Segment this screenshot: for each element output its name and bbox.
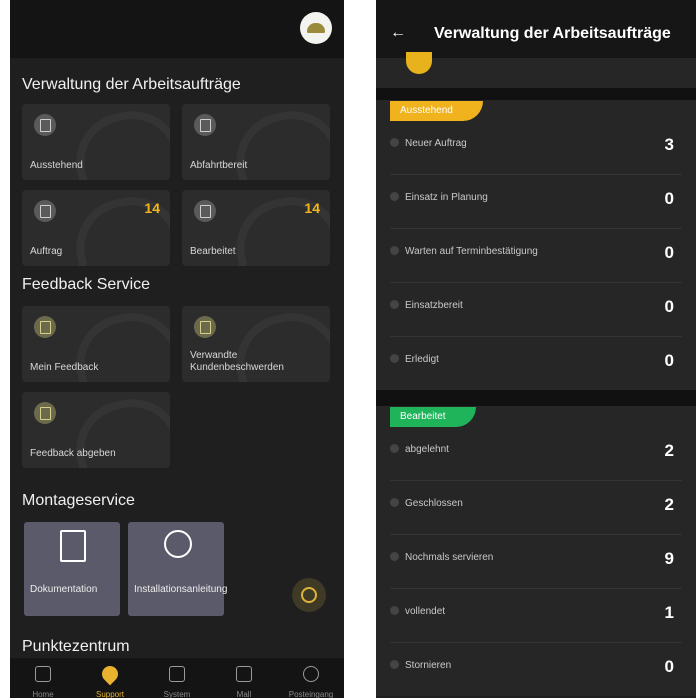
card-processed[interactable]: 14 Bearbeitet — [182, 190, 330, 266]
status-dot-icon — [390, 300, 399, 309]
processed-panel: Bearbeitet abgelehnt 2 Geschlossen 2 Nochm… — [376, 406, 696, 696]
wrench-icon — [164, 530, 192, 558]
document-icon — [194, 114, 216, 136]
feedback-icon — [34, 316, 56, 338]
status-dot-icon — [390, 444, 399, 453]
status-dot-icon — [390, 498, 399, 507]
status-dot-icon — [390, 660, 399, 669]
tab-home[interactable]: Home — [10, 658, 76, 698]
status-dot-icon — [390, 552, 399, 561]
list-item[interactable]: Warten auf Terminbestätigung 0 — [390, 229, 682, 283]
cart-icon — [236, 666, 252, 682]
document-icon — [34, 200, 56, 222]
card-customer-complaints[interactable]: Verwandte Kundenbeschwerden — [182, 306, 330, 382]
document-icon — [60, 530, 86, 562]
count-badge: 14 — [304, 200, 320, 216]
count-badge: 14 — [144, 200, 160, 216]
card-pending[interactable]: Ausstehend — [22, 104, 170, 180]
section-title-feedback: Feedback Service — [22, 276, 151, 293]
card-give-feedback[interactable]: Feedback abgeben — [22, 392, 170, 468]
pending-badge: Ausstehend — [390, 101, 483, 121]
card-documentation[interactable]: Dokumentation — [24, 522, 120, 616]
grid-icon — [169, 666, 185, 682]
list-item[interactable]: vollendet 1 — [390, 589, 682, 643]
card-installation-guide[interactable]: Installationsanleitung — [128, 522, 227, 616]
list-item[interactable]: Nochmals servieren 9 — [390, 535, 682, 589]
tab-inbox[interactable]: Posteingang — [278, 658, 344, 698]
top-bar — [10, 0, 344, 58]
home-icon — [35, 666, 51, 682]
pending-panel: Ausstehend Neuer Auftrag 3 Einsatz in Pla… — [376, 100, 696, 390]
tab-mall[interactable]: Mall — [211, 658, 277, 698]
section-title-work-orders: Verwaltung der Arbeitsaufträge — [22, 76, 241, 93]
list-item[interactable]: Erledigt 0 — [390, 337, 682, 390]
status-dot-icon — [390, 246, 399, 255]
list-item[interactable]: abgelehnt 2 — [390, 427, 682, 481]
feedback-icon — [194, 316, 216, 338]
heart-icon — [98, 662, 122, 686]
list-item[interactable]: Stornieren 0 — [390, 643, 682, 696]
work-order-grid: Ausstehend Abfahrtbereit 14 Auftrag 14 B… — [10, 104, 344, 272]
section-title-points: Punktezentrum — [22, 638, 130, 655]
card-my-feedback[interactable]: Mein Feedback — [22, 306, 170, 382]
list-item[interactable]: Geschlossen 2 — [390, 481, 682, 535]
list-item[interactable]: Neuer Auftrag 3 — [390, 121, 682, 175]
header-bar: ← Verwaltung der Arbeitsaufträge — [376, 0, 696, 58]
tab-support[interactable]: Support — [77, 658, 143, 698]
assembly-grid: Dokumentation Installationsanleitung — [10, 522, 344, 622]
work-orders-screen: ← Verwaltung der Arbeitsaufträge Aussteh… — [376, 0, 696, 698]
avatar — [406, 52, 432, 74]
page-title: Verwaltung der Arbeitsaufträge — [434, 25, 671, 42]
processed-badge: Bearbeitet — [390, 407, 476, 427]
message-icon — [303, 666, 319, 682]
status-dot-icon — [390, 138, 399, 147]
section-title-assembly: Montageservice — [22, 492, 135, 509]
card-ready-departure[interactable]: Abfahrtbereit — [182, 104, 330, 180]
list-item[interactable]: Einsatz in Planung 0 — [390, 175, 682, 229]
list-item[interactable]: Einsatzbereit 0 — [390, 283, 682, 337]
document-icon — [34, 114, 56, 136]
feedback-grid: Mein Feedback Verwandte Kundenbeschwerde… — [10, 306, 344, 478]
status-dot-icon — [390, 354, 399, 363]
status-dot-icon — [390, 606, 399, 615]
support-screen: Verwaltung der Arbeitsaufträge Ausstehen… — [10, 0, 344, 698]
brand-logo[interactable] — [300, 12, 332, 44]
tab-system[interactable]: System — [144, 658, 210, 698]
document-icon — [194, 200, 216, 222]
chat-fab-button[interactable] — [292, 578, 326, 612]
scrolled-header-peek — [376, 52, 696, 88]
status-dot-icon — [390, 192, 399, 201]
back-arrow-icon[interactable]: ← — [390, 24, 406, 42]
chat-icon — [301, 587, 317, 603]
feedback-icon — [34, 402, 56, 424]
bottom-tab-bar: Home Support System Mall Posteingang — [10, 658, 344, 698]
card-order[interactable]: 14 Auftrag — [22, 190, 170, 266]
